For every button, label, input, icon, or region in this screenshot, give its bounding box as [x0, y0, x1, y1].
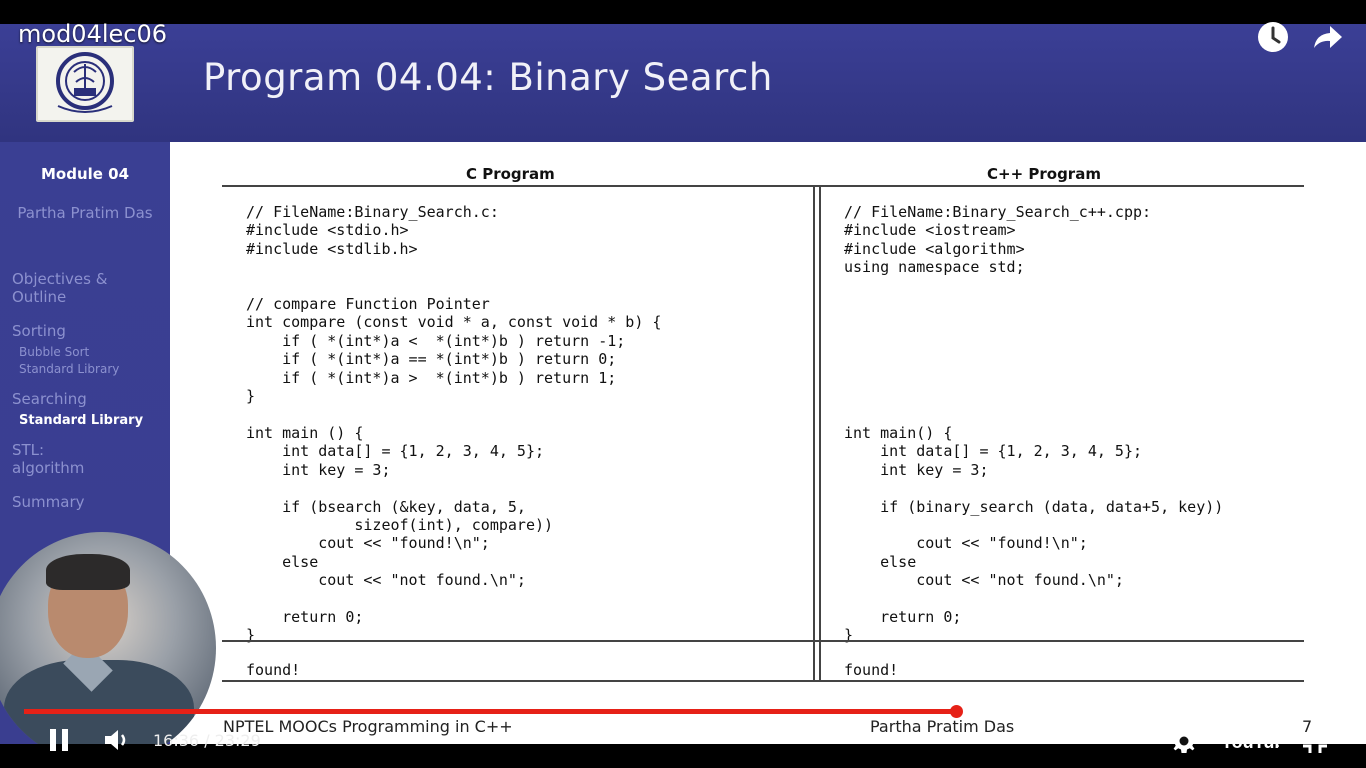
video-title[interactable]: mod04lec06	[18, 20, 167, 48]
table-output-rule	[222, 640, 1304, 642]
cpp-program-heading: C++ Program	[987, 165, 1101, 183]
exit-fullscreen-icon[interactable]	[1302, 728, 1328, 758]
youtube-logo[interactable]: YouTube	[1221, 729, 1295, 757]
time-display: 16:36 / 23:29	[153, 731, 261, 750]
table-top-rule	[222, 185, 1304, 187]
volume-button[interactable]	[103, 728, 129, 756]
cpp-program-code: // FileName:Binary_Search_c++.cpp: #incl…	[844, 203, 1224, 645]
table-bottom-rule	[222, 680, 1304, 682]
progress-scrubber-handle[interactable]	[949, 705, 963, 718]
settings-gear-icon[interactable]	[1171, 728, 1197, 758]
footer-author: Partha Pratim Das	[870, 717, 1015, 736]
sidebar-item-searching: Searching	[12, 390, 87, 408]
presenter-hair	[46, 554, 130, 590]
pause-button[interactable]	[48, 728, 70, 756]
c-program-code: // FileName:Binary_Search.c: #include <s…	[246, 203, 662, 645]
progress-bar[interactable]	[24, 705, 1342, 718]
column-divider-left	[813, 186, 815, 682]
column-divider-right	[819, 186, 821, 682]
slide-content: C Program C++ Program // FileName:Binary…	[170, 142, 1366, 744]
sidebar-item-objectives: Objectives & Outline	[12, 270, 108, 306]
progress-bar-played	[24, 709, 956, 714]
c-program-heading: C Program	[466, 165, 555, 183]
sidebar-module: Module 04	[40, 165, 130, 183]
sidebar-item-summary: Summary	[12, 493, 85, 511]
sidebar-item-stl-algorithm: STL: algorithm	[12, 441, 85, 477]
slide-header: Program 04.04: Binary Search	[0, 24, 1366, 142]
slide-title: Program 04.04: Binary Search	[203, 56, 773, 99]
institute-logo	[36, 46, 134, 122]
lecture-slide[interactable]: Program 04.04: Binary Search Module 04 P…	[0, 24, 1366, 744]
youtube-logo-text: YouTube	[1221, 732, 1279, 752]
sidebar-subitem-bubble-sort: Bubble Sort	[19, 345, 90, 359]
time-current: 16:36	[153, 731, 200, 750]
cpp-program-output: found!	[844, 661, 899, 679]
sidebar-subitem-standard-library-sorting: Standard Library	[19, 362, 120, 376]
share-icon[interactable]	[1310, 20, 1344, 54]
c-program-output: found!	[246, 661, 301, 679]
sidebar-item-sorting: Sorting	[12, 322, 66, 340]
sidebar-subitem-standard-library-searching: Standard Library	[19, 413, 144, 428]
watch-later-icon[interactable]	[1256, 20, 1290, 54]
letterbox-top	[0, 0, 1366, 24]
sidebar-author: Partha Pratim Das	[17, 204, 153, 222]
time-separator: /	[199, 731, 215, 750]
time-total: 23:29	[214, 731, 261, 750]
footer-course: NPTEL MOOCs Programming in C++	[223, 717, 513, 736]
